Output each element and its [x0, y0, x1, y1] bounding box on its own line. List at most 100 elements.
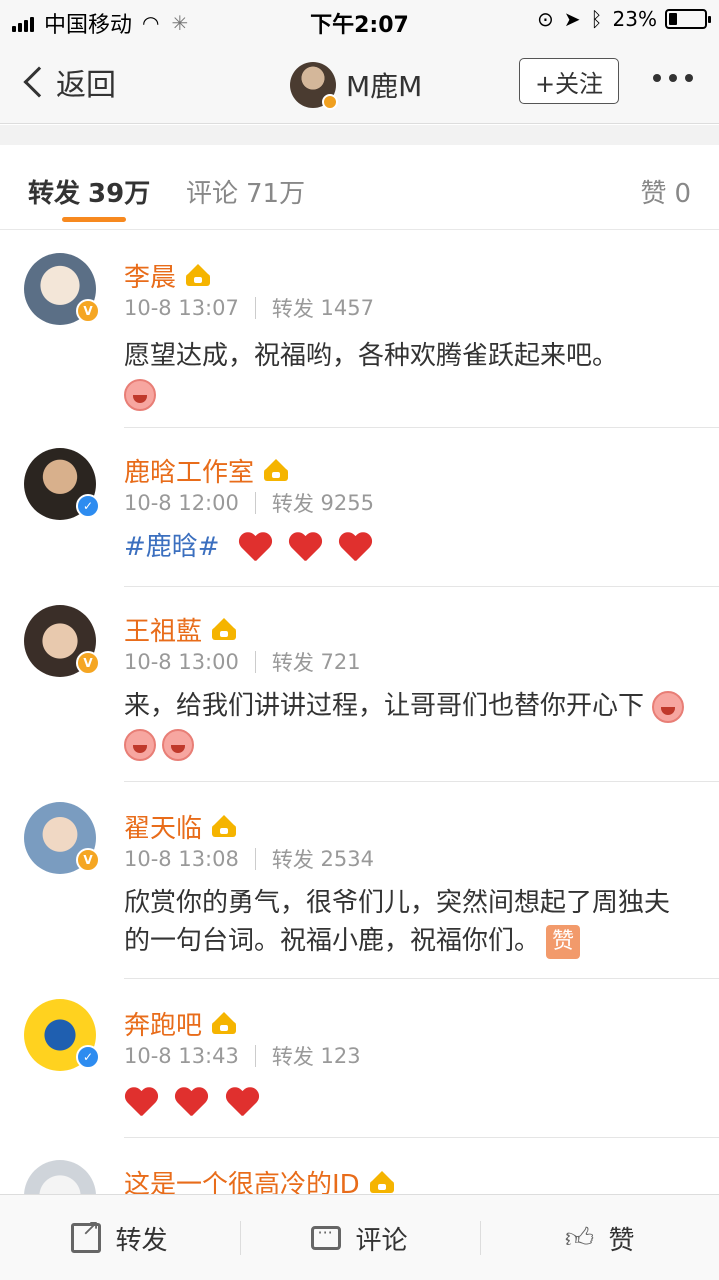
- nav-bar: 返回 M鹿M +关注: [0, 40, 719, 124]
- laugh-emoji-icon: [162, 728, 194, 761]
- follow-button[interactable]: +关注: [519, 58, 619, 104]
- repost-count: 721: [320, 650, 361, 674]
- crown-icon: [210, 814, 238, 839]
- laugh-emoji-icon: [652, 690, 685, 723]
- crown-icon: [210, 617, 238, 642]
- post-meta: 10-8 13:43 转发 123: [124, 1041, 361, 1071]
- comment-icon: [311, 1223, 342, 1250]
- post-date: 10-8 13:07: [124, 296, 239, 320]
- post-date: 10-8 13:08: [124, 847, 239, 871]
- battery-icon: [665, 9, 711, 29]
- more-icon[interactable]: [645, 74, 693, 82]
- back-label: 返回: [56, 68, 116, 103]
- user-name[interactable]: 这是一个很高冷的ID: [124, 1164, 396, 1194]
- post-text-content: 欣赏你的勇气，很爷们儿，突然间想起了周独夫的一句台词。祝福小鹿，祝福你们。: [124, 888, 671, 956]
- heart-icon: [338, 533, 372, 563]
- verified-badge-icon: [322, 94, 338, 110]
- crown-icon: [262, 458, 290, 483]
- crown-icon: [184, 263, 212, 288]
- chevron-left-icon: [23, 66, 55, 98]
- user-name-text: 李晨: [124, 263, 177, 293]
- section-gap: [0, 125, 719, 145]
- post-text: 欣赏你的勇气，很爷们儿，突然间想起了周独夫的一句台词。祝福小鹿，祝福你们。赞: [124, 884, 691, 960]
- avatar[interactable]: [24, 1160, 96, 1194]
- heart-icon: [174, 1088, 208, 1118]
- laugh-emoji-icon: [124, 728, 156, 761]
- tab-likes[interactable]: 赞0: [640, 173, 691, 210]
- nav-profile[interactable]: M鹿M: [290, 62, 423, 110]
- status-right: ⊙ ➤ ᛒ 23%: [527, 7, 711, 31]
- tab-label: 评论: [186, 179, 239, 209]
- verified-badge-icon: V: [76, 299, 100, 323]
- tab-reposts[interactable]: 转发 39万: [28, 173, 150, 210]
- list-item[interactable]: ✓ 奔跑吧 10-8 13:43 转发 123: [0, 979, 719, 1138]
- heart-icon: [238, 533, 272, 563]
- post-text: 愿望达成，祝福哟，各种欢腾雀跃起来吧。: [124, 337, 691, 413]
- tab-comments[interactable]: 评论 71万: [186, 173, 305, 210]
- user-name-text: 鹿晗工作室: [124, 458, 255, 488]
- like-button[interactable]: 👍︎ 赞: [480, 1195, 719, 1280]
- verified-badge-icon: ✓: [76, 494, 100, 518]
- post-date: 10-8 13:00: [124, 650, 239, 674]
- crown-icon: [368, 1170, 396, 1195]
- user-name[interactable]: 翟天临: [124, 808, 238, 845]
- back-button[interactable]: 返回: [20, 60, 116, 104]
- like-button-label: 赞: [608, 1225, 635, 1256]
- comment-button-label: 评论: [355, 1225, 408, 1256]
- list-item[interactable]: V 李晨 10-8 13:07 转发 1457 愿望达成，祝福哟，各种欢腾雀跃起…: [0, 231, 719, 428]
- topic-link[interactable]: #鹿晗#: [124, 532, 220, 562]
- tab-bar: 转发 39万 评论 71万 赞0: [0, 145, 719, 230]
- user-name[interactable]: 王祖藍: [124, 611, 238, 648]
- repost-label: 转发: [271, 848, 314, 872]
- status-bar: 中国移动 ◠ ✳ 下午2:07 ⊙ ➤ ᛒ 23%: [0, 0, 719, 40]
- verified-badge-icon: V: [76, 651, 100, 675]
- user-name-text: 这是一个很高冷的ID: [124, 1170, 360, 1194]
- battery-fill: [669, 13, 677, 25]
- user-name[interactable]: 鹿晗工作室: [124, 452, 290, 489]
- repost-label: 转发: [271, 492, 314, 516]
- comment-button[interactable]: 评论: [240, 1195, 479, 1280]
- post-meta: 10-8 12:00 转发 9255: [124, 488, 374, 518]
- post-meta: 10-8 13:00 转发 721: [124, 647, 361, 677]
- post-date: 10-8 12:00: [124, 491, 239, 515]
- tab-count: 39万: [88, 179, 151, 209]
- laugh-emoji-icon: [124, 378, 156, 411]
- tab-label: 赞: [640, 179, 667, 209]
- tab-label: 转发: [28, 179, 81, 209]
- verified-badge-icon: V: [76, 848, 100, 872]
- action-bar: 转发 评论 👍︎ 赞: [0, 1194, 719, 1280]
- verified-badge-icon: ✓: [76, 1045, 100, 1069]
- share-icon: [71, 1216, 102, 1253]
- user-name[interactable]: 李晨: [124, 257, 212, 294]
- avatar: [290, 62, 338, 110]
- repost-button[interactable]: 转发: [0, 1195, 239, 1280]
- zan-stamp-icon: 赞: [546, 924, 581, 959]
- list-item[interactable]: V 王祖藍 10-8 13:00 转发 721 来，给我们讲讲过程，让哥哥们也替…: [0, 587, 719, 782]
- repost-count: 123: [320, 1044, 361, 1068]
- list-item[interactable]: V 翟天临 10-8 13:08 转发 2534 欣赏你的勇气，很爷们儿，突然间…: [0, 782, 719, 979]
- list-item[interactable]: ✓ 鹿晗工作室 10-8 12:00 转发 9255 #鹿晗#: [0, 428, 719, 587]
- repost-count: 1457: [320, 296, 374, 320]
- post-text: [124, 1083, 691, 1121]
- post-text-content: 来，给我们讲讲过程，让哥哥们也替你开心下: [124, 691, 645, 721]
- active-tab-indicator: [62, 217, 126, 222]
- repost-count: 2534: [320, 847, 374, 871]
- page-title: M鹿M: [346, 70, 423, 103]
- user-name-text: 王祖藍: [124, 617, 203, 647]
- repost-list[interactable]: V 李晨 10-8 13:07 转发 1457 愿望达成，祝福哟，各种欢腾雀跃起…: [0, 231, 719, 1194]
- heart-icon: [225, 1088, 259, 1118]
- rotation-lock-icon: ⊙: [537, 7, 554, 31]
- repost-button-label: 转发: [115, 1225, 168, 1256]
- post-meta: 10-8 13:08 转发 2534: [124, 844, 374, 874]
- user-name-text: 翟天临: [124, 814, 203, 844]
- repost-label: 转发: [271, 1045, 314, 1069]
- user-name-text: 奔跑吧: [124, 1011, 203, 1041]
- heart-icon: [288, 533, 322, 563]
- post-meta: 10-8 13:07 转发 1457: [124, 293, 374, 323]
- tab-count: 71万: [246, 179, 306, 209]
- user-name[interactable]: 奔跑吧: [124, 1005, 238, 1042]
- list-item[interactable]: 这是一个很高冷的ID: [0, 1138, 719, 1194]
- post-text: #鹿晗#: [124, 528, 691, 566]
- post-text: 来，给我们讲讲过程，让哥哥们也替你开心下: [124, 687, 691, 763]
- location-icon: ➤: [563, 7, 581, 31]
